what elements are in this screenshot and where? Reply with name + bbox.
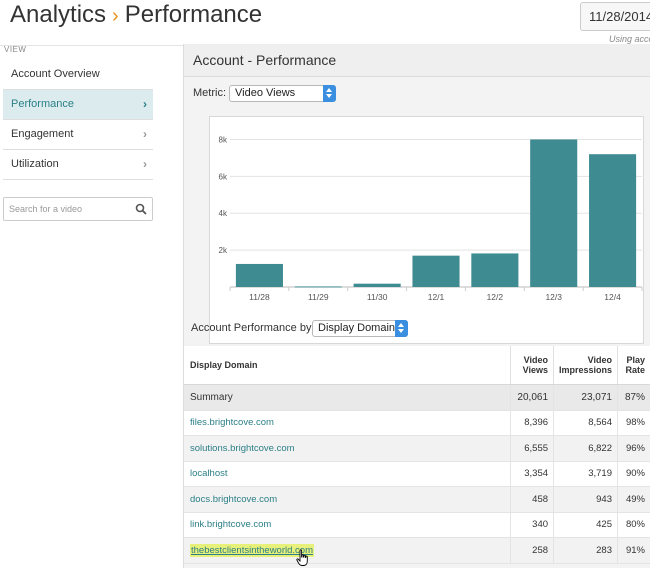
chevron-right-icon: › bbox=[143, 127, 147, 141]
breadcrumb-performance: Performance bbox=[124, 1, 263, 28]
domain-link[interactable]: docs.brightcove.com bbox=[184, 486, 512, 513]
performance-table-wrap: Display Domain Video Views Video Impressio… bbox=[184, 346, 650, 564]
x-tick-label: 11/29 bbox=[308, 292, 329, 302]
performance-table: Display Domain Video Views Video Impressio… bbox=[184, 346, 650, 564]
column-header-play-rate[interactable]: Play Rate bbox=[617, 346, 650, 385]
video-views-cell: 3,354 bbox=[510, 461, 555, 487]
summary-row: Summary 20,061 23,071 87% bbox=[184, 384, 650, 411]
video-impressions-cell: 6,822 bbox=[553, 435, 618, 462]
x-tick-label: 12/2 bbox=[487, 292, 504, 302]
bar-chart: 2k 4k 6k 8k 11/28 11/29 11/30 12/1 12/2 12/3 12/4 bbox=[219, 135, 643, 302]
video-impressions-cell: 3,719 bbox=[553, 461, 618, 487]
metric-select-value: Video Views bbox=[235, 87, 296, 99]
performance-chart: 2k 4k 6k 8k 11/28 11/29 11/30 12/1 12/2 12/3 12/4 bbox=[209, 116, 644, 344]
column-header-video-views[interactable]: Video Views bbox=[510, 346, 555, 385]
column-header-display-domain[interactable]: Display Domain bbox=[184, 346, 512, 385]
y-tick-label: 8k bbox=[219, 135, 228, 144]
play-rate-cell: 96% bbox=[617, 435, 650, 462]
table-row: docs.brightcove.com 458 943 49% bbox=[184, 486, 650, 513]
table-row: files.brightcove.com 8,396 8,564 98% bbox=[184, 410, 650, 436]
table-row: link.brightcove.com 340 425 80% bbox=[184, 512, 650, 538]
search-icon[interactable] bbox=[135, 203, 147, 215]
bar bbox=[530, 139, 578, 287]
bar bbox=[589, 154, 637, 287]
view-label: VIEW bbox=[4, 45, 27, 54]
breadcrumb-analytics[interactable]: Analytics bbox=[10, 1, 106, 28]
video-views-cell: 258 bbox=[510, 537, 555, 564]
table-row: solutions.brightcove.com 6,555 6,822 96% bbox=[184, 435, 650, 462]
group-by-label: Account Performance by bbox=[191, 322, 312, 334]
video-impressions-cell: 8,564 bbox=[553, 410, 618, 436]
performance-panel: Account - Performance Metric: Video View… bbox=[183, 44, 650, 568]
sidebar-item-label: Performance bbox=[11, 98, 74, 110]
hand-cursor-icon bbox=[296, 549, 308, 566]
video-impressions-cell: 943 bbox=[553, 486, 618, 513]
summary-label: Summary bbox=[184, 384, 512, 411]
table-row: thebestclientsintheworld.com 258 283 91% bbox=[184, 537, 650, 564]
sidebar-item-utilization[interactable]: Utilization › bbox=[3, 150, 153, 180]
bar bbox=[235, 263, 283, 287]
column-header-video-impressions[interactable]: Video Impressions bbox=[553, 346, 618, 385]
play-rate-cell: 49% bbox=[617, 486, 650, 513]
x-tick-label: 12/1 bbox=[428, 292, 445, 302]
metric-select[interactable]: Video Views bbox=[229, 85, 336, 102]
table-row: localhost 3,354 3,719 90% bbox=[184, 461, 650, 487]
search-input[interactable] bbox=[4, 198, 129, 220]
summary-play-rate: 87% bbox=[617, 384, 650, 411]
domain-link[interactable]: localhost bbox=[184, 461, 512, 487]
breadcrumb-separator-icon: › bbox=[112, 5, 119, 27]
y-tick-label: 2k bbox=[219, 246, 228, 255]
bar bbox=[353, 283, 401, 287]
group-by-select[interactable]: Display Domain bbox=[312, 320, 408, 337]
domain-link[interactable]: solutions.brightcove.com bbox=[184, 435, 512, 462]
sidebar-item-label: Utilization bbox=[11, 158, 59, 170]
video-impressions-cell: 425 bbox=[553, 512, 618, 538]
y-tick-label: 6k bbox=[219, 172, 228, 181]
video-impressions-cell: 283 bbox=[553, 537, 618, 564]
play-rate-cell: 98% bbox=[617, 410, 650, 436]
bar bbox=[294, 286, 342, 288]
group-by-select-value: Display Domain bbox=[318, 322, 396, 334]
x-tick-label: 12/4 bbox=[604, 292, 621, 302]
sidebar-item-performance[interactable]: Performance › bbox=[3, 90, 153, 120]
chevron-right-icon: › bbox=[143, 157, 147, 171]
date-picker[interactable]: 11/28/2014 bbox=[580, 2, 650, 31]
play-rate-cell: 80% bbox=[617, 512, 650, 538]
select-arrows-icon bbox=[323, 85, 336, 102]
video-views-cell: 6,555 bbox=[510, 435, 555, 462]
video-views-cell: 340 bbox=[510, 512, 555, 538]
x-tick-label: 11/28 bbox=[249, 292, 270, 302]
page-header: Analytics › Performance 11/28/2014 Using a… bbox=[0, 0, 650, 46]
video-search-box bbox=[3, 197, 153, 221]
domain-link[interactable]: link.brightcove.com bbox=[184, 512, 512, 538]
y-tick-label: 4k bbox=[219, 209, 228, 218]
video-views-cell: 458 bbox=[510, 486, 555, 513]
play-rate-cell: 90% bbox=[617, 461, 650, 487]
chevron-right-icon: › bbox=[143, 97, 147, 111]
play-rate-cell: 91% bbox=[617, 537, 650, 564]
sidebar-item-label: Account Overview bbox=[11, 68, 100, 80]
panel-title: Account - Performance bbox=[184, 44, 650, 77]
bar bbox=[471, 253, 519, 287]
table-header-row: Display Domain Video Views Video Impressio… bbox=[184, 346, 650, 385]
domain-link[interactable]: files.brightcove.com bbox=[184, 410, 512, 436]
sidebar-item-label: Engagement bbox=[11, 128, 74, 140]
bar bbox=[412, 255, 460, 287]
x-tick-label: 12/3 bbox=[545, 292, 562, 302]
x-tick-label: 11/30 bbox=[367, 292, 388, 302]
video-views-cell: 8,396 bbox=[510, 410, 555, 436]
summary-views: 20,061 bbox=[510, 384, 555, 411]
sidebar-nav: Account Overview Performance › Engagemen… bbox=[3, 60, 153, 180]
sidebar-item-engagement[interactable]: Engagement › bbox=[3, 120, 153, 150]
page-title: Analytics › Performance bbox=[10, 1, 262, 29]
summary-impressions: 23,071 bbox=[553, 384, 618, 411]
sidebar-item-account-overview[interactable]: Account Overview bbox=[3, 60, 153, 90]
domain-link-cell: thebestclientsintheworld.com bbox=[184, 537, 512, 564]
using-account-note: Using acco bbox=[609, 34, 650, 44]
metric-label: Metric: bbox=[193, 87, 226, 99]
select-arrows-icon bbox=[395, 320, 408, 337]
